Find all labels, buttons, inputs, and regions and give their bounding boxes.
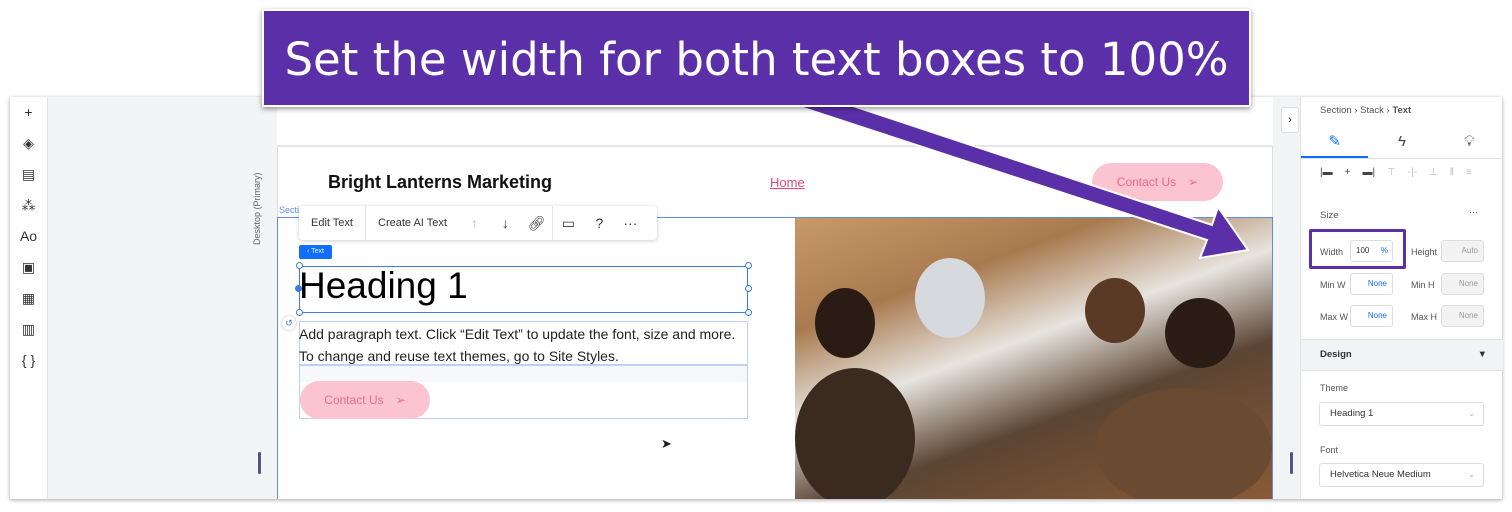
arrow-shape — [767, 83, 1250, 260]
instruction-banner: Set the width for both text boxes to 100… — [262, 9, 1251, 107]
